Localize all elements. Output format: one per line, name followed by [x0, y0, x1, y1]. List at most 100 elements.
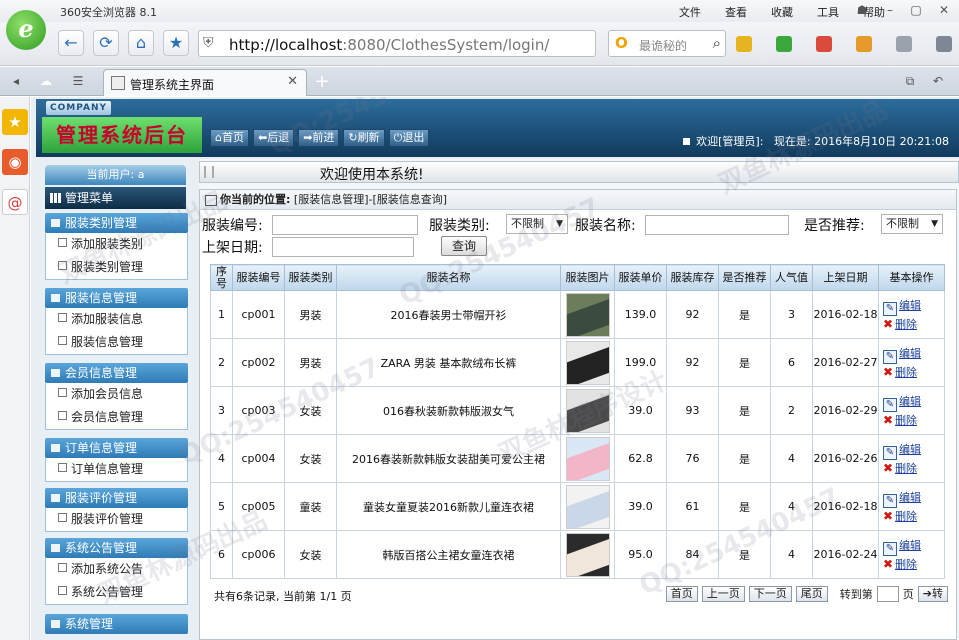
new-tab-icon[interactable]: +	[311, 73, 333, 93]
search-engine-icon[interactable]: O	[615, 34, 628, 52]
clothes-thumbnail[interactable]	[565, 532, 610, 577]
address-url[interactable]: http://localhost:8080/ClothesSystem/logi…	[229, 36, 549, 54]
page-number-input[interactable]	[876, 586, 899, 602]
tab-restore-icon[interactable]: ⧉	[900, 72, 920, 90]
last-page-button[interactable]: 尾页	[795, 586, 828, 602]
clothes-thumbnail[interactable]	[565, 292, 610, 337]
menu-item-manage-review[interactable]: 服装评价管理	[46, 508, 187, 531]
edit-icon: ✎	[883, 445, 897, 460]
menu-item-manage-order[interactable]: 订单信息管理	[46, 458, 187, 481]
clothes-thumbnail[interactable]	[565, 484, 610, 529]
screenshot-icon[interactable]	[856, 36, 872, 52]
edit-link[interactable]: ✎ 编辑	[883, 537, 944, 556]
go-button[interactable]: ➔转	[917, 586, 948, 602]
refresh-button[interactable]: ↻刷新	[343, 129, 385, 147]
undo-close-icon[interactable]: ↶	[928, 72, 948, 90]
name-input[interactable]	[645, 215, 789, 235]
favorite-star-icon[interactable]: ★	[163, 30, 189, 56]
clothes-thumbnail[interactable]	[565, 340, 610, 385]
code-input[interactable]	[272, 215, 418, 235]
home-button[interactable]: ⌂首页	[210, 129, 249, 147]
query-button[interactable]: 查询	[441, 236, 488, 256]
edit-link[interactable]: ✎ 编辑	[883, 297, 944, 316]
minimize-icon[interactable]: –	[880, 1, 900, 19]
cell-category: 女装	[284, 386, 337, 435]
next-page-button[interactable]: 下一页	[748, 586, 792, 602]
delete-link[interactable]: ✖ 删除	[883, 412, 944, 429]
menu-item-manage-notice[interactable]: 系统公告管理	[46, 581, 187, 604]
edit-link[interactable]: ✎ 编辑	[883, 393, 944, 412]
apps-icon[interactable]	[736, 36, 752, 52]
menu-group-header[interactable]: 会员信息管理	[45, 363, 188, 383]
menu-tools[interactable]: 工具	[817, 4, 839, 20]
menu-group-header[interactable]: 服装信息管理	[45, 288, 188, 308]
edit-link[interactable]: ✎ 编辑	[883, 345, 944, 364]
menu-group-header[interactable]: 订单信息管理	[45, 438, 188, 458]
refresh-icon[interactable]: ⟳	[93, 30, 119, 56]
menu-item-add-clothes[interactable]: 添加服装信息	[46, 308, 187, 331]
search-icon[interactable]: ⌕	[713, 34, 721, 52]
category-select[interactable]: 不限制 ▼	[506, 214, 568, 234]
weibo-icon[interactable]: ◉	[2, 149, 28, 175]
clothes-thumbnail[interactable]	[565, 436, 610, 481]
menu-group-header[interactable]: 系统公告管理	[45, 538, 188, 558]
cell-image	[560, 290, 615, 339]
game-icon[interactable]	[896, 36, 912, 52]
tab-close-icon[interactable]: ✕	[287, 74, 298, 89]
delete-link[interactable]: ✖ 删除	[883, 364, 944, 381]
tab-main[interactable]: 管理系统主界面 ✕	[103, 69, 307, 96]
delete-link[interactable]: ✖ 删除	[883, 508, 944, 525]
restore-icon[interactable]: ▢	[906, 1, 926, 19]
search-placeholder[interactable]: 最诡秘的	[639, 37, 687, 54]
menu-item-add-member[interactable]: 添加会员信息	[46, 383, 187, 406]
menu-item-manage-clothes[interactable]: 服装信息管理	[46, 331, 187, 354]
recommend-select[interactable]: 不限制 ▼	[881, 214, 943, 234]
delete-icon: ✖	[883, 460, 894, 475]
query-panel: 你当前的位置: [服装信息管理]-[服装信息查询] 服装编号: 服装类别: 不限…	[199, 189, 957, 640]
menu-file[interactable]: 文件	[679, 4, 701, 20]
delete-link[interactable]: ✖ 删除	[883, 316, 944, 333]
menu-item-manage-member[interactable]: 会员信息管理	[46, 406, 187, 429]
clothes-thumbnail[interactable]	[565, 388, 610, 433]
logout-button[interactable]: ⏻退出	[388, 129, 430, 147]
menu-group-header[interactable]: 服装评价管理	[45, 488, 188, 508]
prev-page-button[interactable]: 上一页	[701, 586, 745, 602]
back-button[interactable]: ⬅后退	[252, 129, 295, 147]
menu-item-manage-category[interactable]: 服装类别管理	[46, 256, 187, 279]
back-icon[interactable]: ←	[58, 30, 84, 56]
cloud-icon[interactable]: ☁	[36, 72, 56, 90]
menu-item-add-category[interactable]: 添加服装类别	[46, 233, 187, 256]
menu-group-category: 服装类别管理 添加服装类别 服装类别管理	[45, 213, 188, 280]
menu-group-header[interactable]: 系统管理	[45, 614, 188, 634]
system-title: 管理系统后台	[42, 117, 202, 153]
menu-view[interactable]: 查看	[725, 4, 747, 20]
search-box[interactable]: O 最诡秘的 ⌕	[608, 30, 726, 57]
close-window-icon[interactable]: ✕	[934, 1, 954, 19]
favorites-star-icon[interactable]: ★	[2, 109, 28, 135]
delete-link[interactable]: ✖ 删除	[883, 460, 944, 477]
sidebar-toggle-icon[interactable]: ◂	[6, 72, 26, 90]
edit-icon: ✎	[883, 349, 897, 364]
cell-image	[560, 338, 615, 387]
address-bar[interactable]: ⛨ http://localhost:8080/ClothesSystem/lo…	[198, 30, 596, 57]
menu-favorites[interactable]: 收藏	[771, 4, 793, 20]
edit-link[interactable]: ✎ 编辑	[883, 489, 944, 508]
zoom-icon[interactable]	[936, 36, 952, 52]
list-icon[interactable]: ☰	[68, 72, 88, 90]
skin-icon[interactable]: ☗	[852, 1, 872, 19]
delete-link[interactable]: ✖ 删除	[883, 556, 944, 573]
shield-icon: ⛨	[203, 35, 214, 51]
date-input[interactable]	[272, 237, 414, 257]
forward-button[interactable]: ➡前进	[298, 129, 340, 147]
translate-icon[interactable]	[816, 36, 832, 52]
home-icon[interactable]: ⌂	[128, 30, 154, 56]
security-icon[interactable]	[776, 36, 792, 52]
system-header: COMPANY 管理系统后台 ⌂首页 ⬅后退 ➡前进 ↻刷新 ⏻退出 欢迎[管理…	[36, 99, 959, 157]
bullet-icon	[683, 138, 691, 145]
menu-item-add-notice[interactable]: 添加系统公告	[46, 558, 187, 581]
menu-group-header[interactable]: 服装类别管理	[45, 213, 188, 233]
first-page-button[interactable]: 首页	[665, 586, 698, 602]
edit-link[interactable]: ✎ 编辑	[883, 441, 944, 460]
mail-icon[interactable]: @	[2, 189, 28, 215]
edit-icon: ✎	[883, 301, 897, 316]
